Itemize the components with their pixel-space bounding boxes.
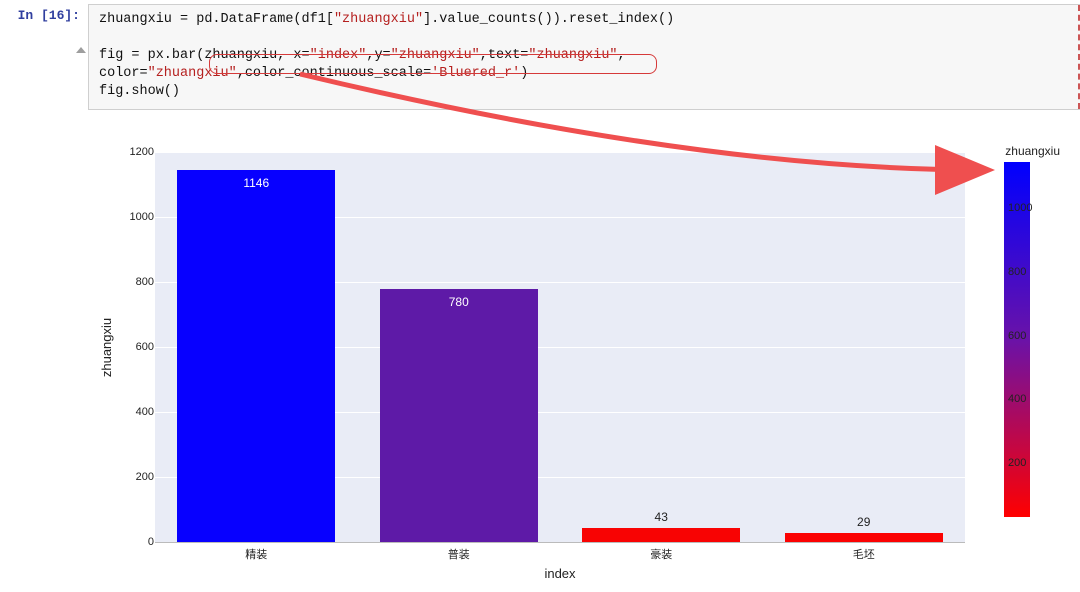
bar[interactable]: 43 <box>582 528 740 542</box>
annotation-box <box>209 54 657 74</box>
colorbar-tick: 800 <box>1008 266 1026 278</box>
x-axis-label: index <box>155 566 965 581</box>
gridline <box>155 152 965 153</box>
x-tick-label: 豪装 <box>560 546 763 562</box>
y-tick-label: 600 <box>114 341 154 353</box>
colorbar-tick: 600 <box>1008 330 1026 342</box>
y-tick-label: 800 <box>114 276 154 288</box>
code-line <box>99 29 1072 47</box>
bar[interactable]: 780 <box>380 289 538 543</box>
y-tick-label: 1200 <box>114 146 154 158</box>
cell-prompt: In [16]: <box>0 4 88 23</box>
bar-value-label: 780 <box>380 295 538 309</box>
y-tick-label: 0 <box>114 536 154 548</box>
colorbar-tick: 400 <box>1008 393 1026 405</box>
gridline <box>155 542 965 543</box>
x-tick-label: 毛坯 <box>763 546 966 562</box>
code-line: fig.show() <box>99 83 1072 101</box>
y-tick-label: 200 <box>114 471 154 483</box>
bar-value-label: 43 <box>582 510 740 524</box>
plotly-chart[interactable]: zhuangxiu 11467804329 020040060080010001… <box>110 144 1070 582</box>
colorbar-tick: 1000 <box>1008 202 1032 214</box>
collapse-icon[interactable] <box>76 47 86 53</box>
y-tick-label: 400 <box>114 406 154 418</box>
x-tick-label: 普装 <box>358 546 561 562</box>
y-tick-label: 1000 <box>114 211 154 223</box>
bar-value-label: 1146 <box>177 176 335 190</box>
colorbar-title: zhuangxiu <box>1005 144 1060 158</box>
bar[interactable]: 1146 <box>177 170 335 542</box>
bar[interactable]: 29 <box>785 533 943 542</box>
bar-value-label: 29 <box>785 515 943 529</box>
code-line: zhuangxiu = pd.DataFrame(df1["zhuangxiu"… <box>99 11 1072 29</box>
colorbar-tick: 200 <box>1008 457 1026 469</box>
x-tick-label: 精装 <box>155 546 358 562</box>
plot-area[interactable]: 1146 780 43 29 <box>155 152 965 542</box>
